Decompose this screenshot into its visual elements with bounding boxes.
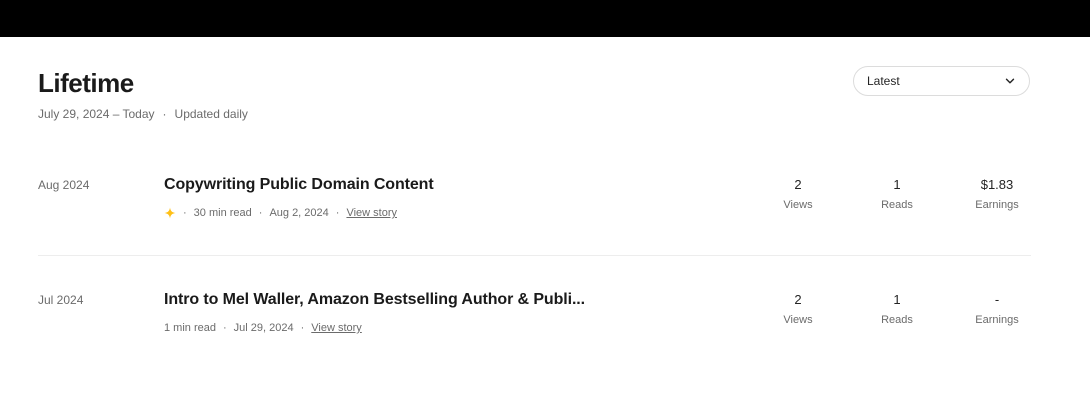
views-value: 2 [794,177,802,192]
story-title[interactable]: Intro to Mel Waller, Amazon Bestselling … [164,291,585,309]
reads-stat: 1 Reads [857,292,937,327]
views-stat: 2 Views [758,177,838,212]
chevron-down-icon [1005,76,1015,86]
top-bar [0,0,1090,37]
row-divider [38,255,1031,256]
story-month: Aug 2024 [38,178,90,192]
earnings-label: Earnings [975,314,1019,326]
earnings-value: - [994,292,1000,307]
views-stat: 2 Views [758,292,838,327]
page-title: Lifetime [38,68,134,98]
views-label: Views [783,314,813,326]
reads-label: Reads [881,199,913,211]
update-note: Updated daily [174,107,248,121]
meta-dot: · [183,207,187,219]
earnings-stat: - Earnings [957,292,1037,327]
view-story-link[interactable]: View story [311,322,362,334]
read-time: 30 min read [193,207,252,219]
sort-dropdown[interactable]: Latest [853,66,1030,96]
story-row: Jul 2024 Intro to Mel Waller, Amazon Bes… [38,290,1031,350]
story-title[interactable]: Copywriting Public Domain Content [164,176,434,194]
stats-header: Lifetime July 29, 2024 – Today · Updated… [38,66,248,121]
meta-dot: · [335,207,340,219]
story-row: Aug 2024 Copywriting Public Domain Conte… [38,175,1031,235]
reads-stat: 1 Reads [857,177,937,212]
read-time: 1 min read [164,322,216,334]
story-month: Jul 2024 [38,293,84,307]
earnings-label: Earnings [975,199,1019,211]
separator-dot: · [162,107,167,121]
meta-dot: · [222,322,227,334]
views-value: 2 [794,292,802,307]
meta-dot: · [258,207,263,219]
date-range: July 29, 2024 – Today [38,107,155,121]
view-story-link[interactable]: View story [346,207,397,219]
publish-date: Aug 2, 2024 [269,207,329,219]
reads-value: 1 [893,177,901,192]
sort-selected-value: Latest [867,74,900,88]
reads-label: Reads [881,314,913,326]
publish-date: Jul 29, 2024 [233,322,294,334]
reads-value: 1 [893,292,901,307]
subtitle: July 29, 2024 – Today · Updated daily [38,107,248,121]
meta-dot: · [300,322,305,334]
story-meta: · 30 min read · Aug 2, 2024 · View story [164,207,397,219]
story-meta: 1 min read · Jul 29, 2024 · View story [164,322,362,334]
views-label: Views [783,199,813,211]
earnings-value: $1.83 [980,177,1014,192]
earnings-stat: $1.83 Earnings [957,177,1037,212]
sparkle-icon [164,207,176,219]
